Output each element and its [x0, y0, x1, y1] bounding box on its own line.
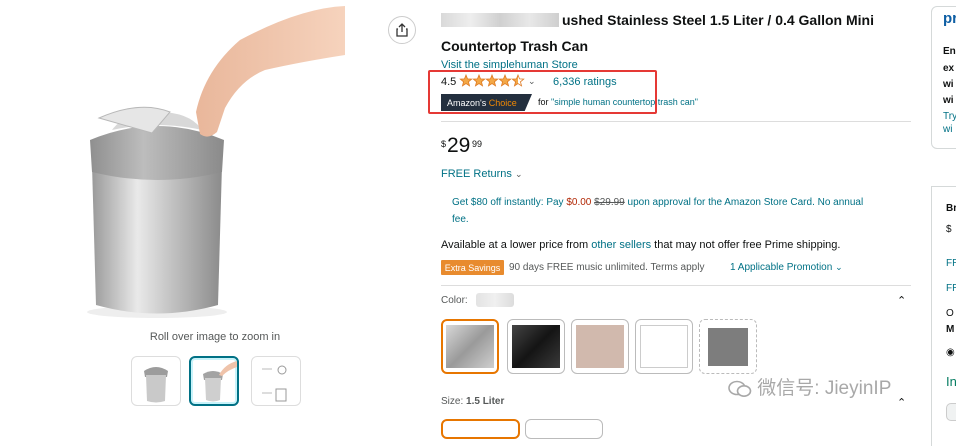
prime-text: wi	[943, 79, 954, 90]
color-swatch[interactable]	[507, 319, 565, 374]
location-icon[interactable]: ◉	[946, 347, 955, 358]
color-chip	[640, 325, 688, 368]
color-swatch[interactable]	[441, 319, 499, 374]
lower-price-notice: Available at a lower price from other se…	[441, 239, 840, 251]
color-chip	[512, 325, 560, 368]
prime-text: En	[943, 46, 956, 57]
divider	[441, 285, 911, 286]
size-value: 1.5 Liter	[466, 396, 505, 407]
buy-box-text: M	[946, 324, 955, 335]
buy-box-text: Br	[946, 203, 956, 214]
prime-logo: pr	[943, 10, 956, 27]
promo-pay: $0.00	[566, 197, 592, 208]
extra-savings-text: 90 days FREE music unlimited. Terms appl…	[509, 262, 705, 273]
applicable-promotion-link[interactable]: 1 Applicable Promotion ⌄	[730, 262, 843, 273]
buy-box-text: O	[946, 308, 954, 319]
watermark-text: 微信号: JieyinIP	[757, 378, 892, 399]
zoom-hint: Roll over image to zoom in	[149, 331, 281, 343]
store-card-promo[interactable]: Get $80 off instantly: Pay $0.00 $29.99 …	[452, 197, 863, 208]
price-fraction: 99	[472, 139, 483, 149]
buy-box-link[interactable]: FR	[946, 258, 956, 269]
color-chip	[576, 325, 624, 368]
color-swatch[interactable]	[635, 319, 693, 374]
buy-box-link[interactable]: FR	[946, 283, 956, 294]
color-chip	[446, 325, 494, 368]
promo-strike: $29.99	[594, 197, 625, 208]
promo-line2[interactable]: fee.	[452, 214, 469, 225]
size-label-text: Size:	[441, 396, 464, 407]
thumbnail-3[interactable]	[251, 356, 301, 406]
chevron-up-icon[interactable]: ⌃	[897, 396, 906, 409]
free-returns-link[interactable]: FREE Returns ⌄	[441, 168, 523, 180]
share-icon	[396, 23, 408, 37]
wechat-icon	[728, 380, 752, 398]
extra-savings-badge: Extra Savings	[441, 260, 504, 275]
free-returns-label: FREE Returns	[441, 168, 512, 180]
price-symbol: $	[441, 139, 447, 149]
prime-try-link[interactable]: Try	[943, 111, 956, 122]
color-swatch[interactable]	[571, 319, 629, 374]
thumbnail-2[interactable]	[189, 356, 239, 406]
prime-text: ex	[943, 63, 955, 74]
lower-price-suffix: that may not offer free Prime shipping.	[651, 239, 841, 251]
share-button[interactable]	[388, 16, 416, 44]
color-swatch[interactable]	[699, 319, 757, 374]
chevron-up-icon[interactable]: ⌃	[897, 294, 906, 307]
product-title-line2: Countertop Trash Can	[441, 38, 589, 54]
promo-suffix: upon approval for the Amazon Store Card.…	[624, 197, 864, 208]
promo-prefix: Get $80 off instantly: Pay	[452, 197, 567, 208]
chevron-down-icon: ⌄	[514, 169, 523, 179]
prime-text: wi	[943, 124, 953, 135]
in-stock-text: In	[946, 374, 956, 389]
quantity-select[interactable]	[946, 403, 956, 421]
main-product-image[interactable]	[0, 0, 350, 330]
lower-price-prefix: Available at a lower price from	[441, 239, 592, 251]
size-option[interactable]	[525, 419, 603, 439]
divider	[441, 121, 911, 122]
color-chip	[708, 327, 748, 366]
buy-box-price: $	[946, 224, 952, 235]
chevron-down-icon: ⌄	[835, 262, 843, 272]
applicable-promotion-label: 1 Applicable Promotion	[730, 262, 833, 273]
other-sellers-link[interactable]: other sellers	[591, 239, 651, 251]
wechat-watermark: 微信号: JieyinIP	[728, 373, 891, 400]
prime-text: wi	[943, 95, 954, 106]
product-title-line1: ushed Stainless Steel 1.5 Liter / 0.4 Ga…	[562, 12, 874, 28]
blurred-color-value	[476, 293, 514, 307]
highlight-box	[428, 70, 657, 114]
blurred-title-start	[441, 13, 559, 27]
color-label: Color:	[441, 295, 468, 306]
size-option[interactable]	[441, 419, 520, 439]
size-label: Size: 1.5 Liter	[441, 396, 504, 407]
thumbnail-1[interactable]	[131, 356, 181, 406]
price-whole: 29	[447, 134, 471, 157]
